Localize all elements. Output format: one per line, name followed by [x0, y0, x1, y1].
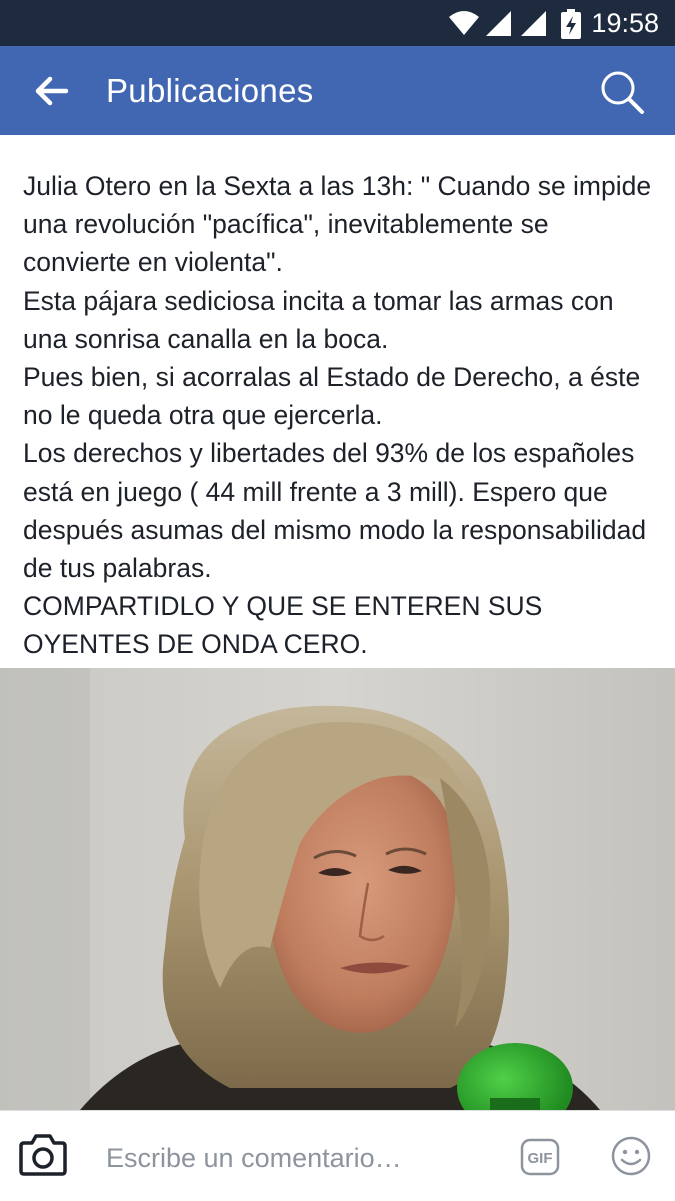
- signal-icon: [486, 11, 511, 36]
- post-paragraph: Esta pájara sediciosa incita a tomar las…: [23, 285, 614, 354]
- comment-bar: GIF: [0, 1110, 675, 1201]
- app-header: Publicaciones: [0, 46, 675, 135]
- camera-button[interactable]: [18, 1131, 72, 1181]
- camera-icon: [19, 1134, 67, 1176]
- post-paragraph: Julia Otero en la Sexta a las 13h: " Cua…: [23, 171, 652, 278]
- status-time: 19:58: [591, 8, 659, 38]
- post-paragraph: COMPARTIDLO Y QUE SE ENTEREN SUS OYENTES…: [23, 591, 543, 660]
- post-text: Julia Otero en la Sexta a las 13h: " Cua…: [23, 167, 663, 664]
- wifi-icon: [449, 11, 479, 35]
- smiley-icon: [611, 1136, 651, 1176]
- signal-icon: [521, 11, 546, 36]
- page-title: Publicaciones: [106, 72, 314, 109]
- gif-icon: GIF: [520, 1138, 560, 1176]
- search-icon: [601, 71, 644, 114]
- post-photo[interactable]: [0, 668, 675, 1110]
- post-paragraph: Pues bien, si acorralas al Estado de Der…: [23, 362, 641, 431]
- back-button[interactable]: [24, 66, 80, 116]
- emoji-button[interactable]: [610, 1135, 652, 1177]
- gif-button[interactable]: GIF: [520, 1138, 560, 1176]
- gif-label: GIF: [528, 1150, 553, 1167]
- post-paragraph: Los derechos y libertades del 93% de los…: [23, 438, 647, 584]
- battery-charging-icon: [561, 9, 581, 39]
- status-bar: 19:58: [0, 0, 675, 46]
- comment-input[interactable]: [106, 1138, 486, 1178]
- arrow-left-icon: [35, 76, 69, 106]
- portrait-image: [0, 668, 675, 1110]
- search-button[interactable]: [592, 64, 652, 120]
